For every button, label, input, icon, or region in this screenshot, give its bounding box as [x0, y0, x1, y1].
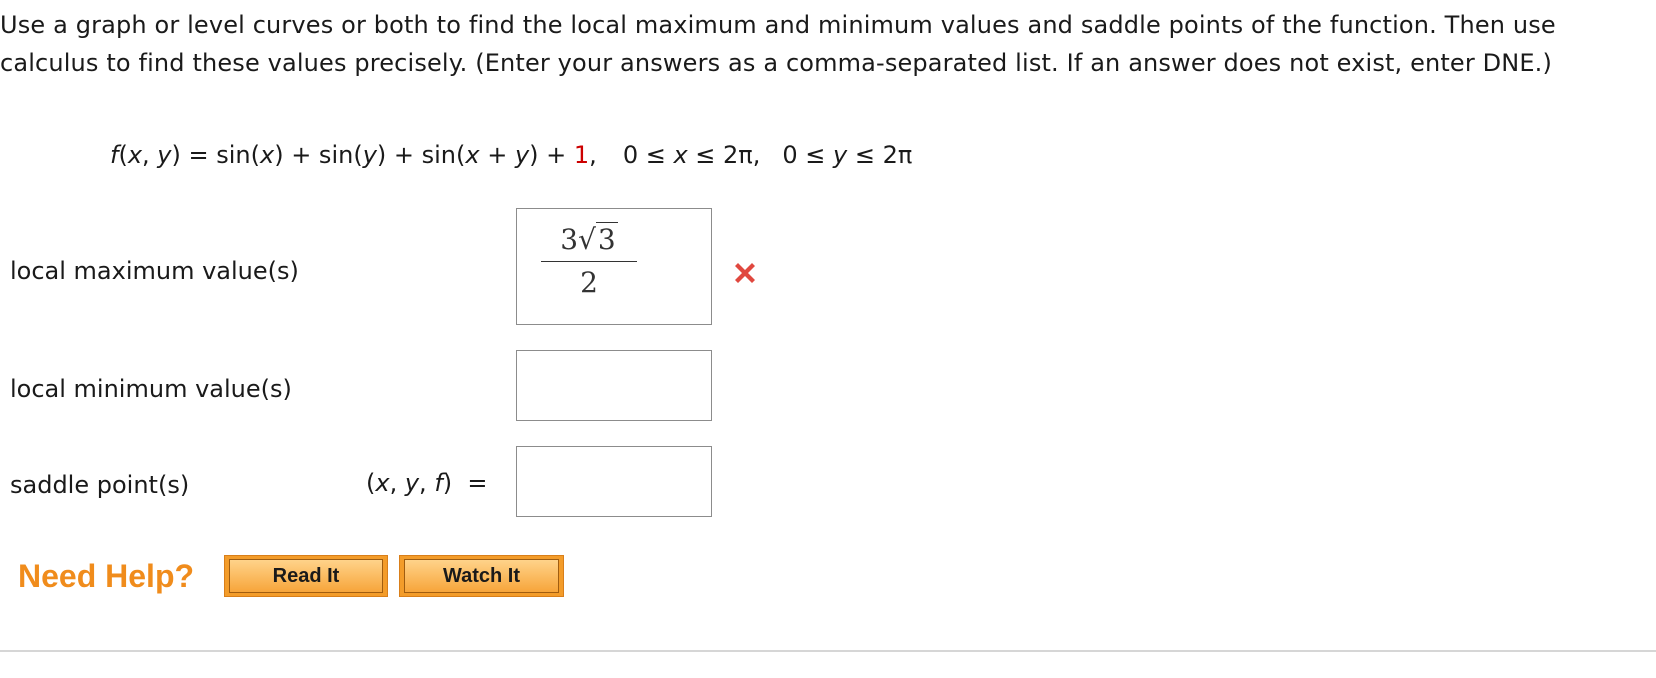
saddle-answer-field[interactable]	[516, 446, 712, 517]
tuple-comma-1: ,	[389, 469, 405, 497]
radicand: 3	[595, 222, 618, 256]
tuple-f: f	[434, 469, 443, 497]
formula-p2: ) + sin(	[376, 141, 466, 169]
numerator-coefficient: 3	[560, 223, 579, 256]
formula-y2: y	[362, 141, 377, 169]
domain-y-end: ≤ 2π	[847, 141, 913, 169]
function-formula: f(x, y) = sin(x) + sin(y) + sin(x + y) +…	[110, 138, 912, 172]
tuple-equals: =	[452, 469, 488, 497]
local-max-answer-field[interactable]: 3√3 2	[516, 208, 712, 325]
watch-it-button[interactable]: Watch It	[399, 555, 564, 597]
need-help-title: Need Help?	[18, 558, 195, 594]
formula-eq: = sin(	[180, 141, 261, 169]
formula-open: (	[118, 141, 128, 169]
tuple-open: (	[366, 469, 376, 497]
radical-sign: √	[578, 223, 596, 256]
divider	[0, 650, 1656, 652]
fraction-numerator: 3√3	[541, 222, 637, 262]
tuple-x: x	[375, 469, 390, 497]
domain-y-start: 0 ≤	[782, 141, 834, 169]
fraction-denominator: 2	[580, 266, 598, 299]
domain-x-start: 0 ≤	[622, 141, 674, 169]
tuple-close: )	[442, 469, 453, 497]
tuple-comma-2: ,	[419, 469, 435, 497]
domain-x-var: x	[673, 141, 688, 169]
local-max-fraction: 3√3 2	[541, 222, 637, 300]
formula-x3: x	[465, 141, 480, 169]
formula-comma: ,	[142, 141, 158, 169]
formula-y3: y	[514, 141, 530, 169]
formula-x: x	[127, 141, 143, 169]
domain-x-end: ≤ 2π,	[687, 141, 761, 169]
formula-plus: +	[479, 141, 515, 169]
tuple-y: y	[404, 469, 420, 497]
local-min-label: local minimum value(s)	[10, 375, 292, 403]
local-min-answer-field[interactable]	[516, 350, 712, 421]
formula-trail: ,	[589, 141, 597, 169]
formula-close: )	[171, 141, 181, 169]
saddle-label: saddle point(s)	[10, 471, 190, 499]
formula-p1: ) + sin(	[274, 141, 363, 169]
read-it-label: Read It	[229, 559, 383, 593]
formula-p3: ) +	[529, 141, 574, 169]
x-mark-icon	[735, 263, 755, 283]
local-max-label: local maximum value(s)	[10, 257, 299, 285]
formula-x2: x	[260, 141, 275, 169]
formula-constant: 1	[573, 141, 590, 169]
square-root: √3	[578, 222, 618, 257]
formula-y: y	[157, 141, 172, 169]
question-prompt: Use a graph or level curves or both to f…	[0, 11, 1556, 77]
domain-y-var: y	[833, 141, 848, 169]
saddle-tuple-label: (x, y, f) =	[366, 468, 488, 498]
watch-it-label: Watch It	[404, 559, 559, 593]
read-it-button[interactable]: Read It	[224, 555, 388, 597]
